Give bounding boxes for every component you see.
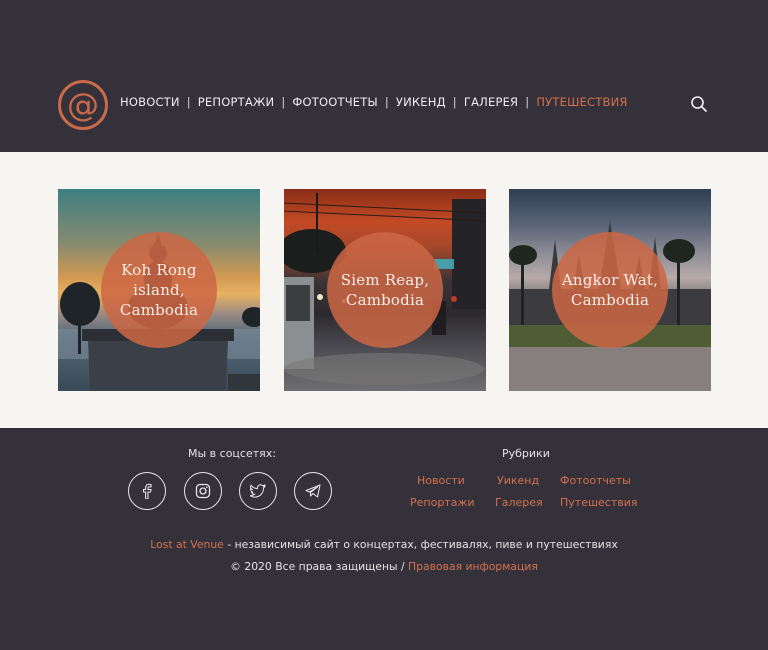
nav-separator: | — [384, 95, 389, 109]
rubric-link-news[interactable]: Новости — [417, 474, 465, 487]
nav-item-weekend[interactable]: УИКЕНД — [396, 95, 446, 109]
card-title: Koh Rong island, Cambodia — [109, 260, 209, 321]
card-title-line1: Angkor Wat, — [561, 270, 659, 289]
card-koh-rong[interactable]: Koh Rong island, Cambodia — [58, 189, 260, 391]
nav-item-news[interactable]: НОВОСТИ — [120, 95, 180, 109]
site-footer: Мы в соцсетях: Рубрики Новости Уикенд Фо… — [0, 428, 768, 650]
card-title-badge: Siem Reap, Cambodia — [327, 232, 443, 348]
nav-separator: | — [281, 95, 286, 109]
nav-separator: | — [525, 95, 530, 109]
social-title: Мы в соцсетях: — [188, 447, 276, 460]
nav-item-reports[interactable]: РЕПОРТАЖИ — [198, 95, 275, 109]
rubric-link-reports[interactable]: Репортажи — [410, 496, 475, 509]
main-nav: НОВОСТИ | РЕПОРТАЖИ | ФОТООТЧЕТЫ | УИКЕН… — [120, 95, 628, 109]
card-title-line2: Cambodia — [570, 291, 650, 309]
facebook-icon — [142, 483, 152, 499]
nav-item-gallery[interactable]: ГАЛЕРЕЯ — [464, 95, 518, 109]
card-title-line2: Cambodia — [345, 291, 425, 309]
site-description: Lost at Venue - независимый сайт о конце… — [0, 538, 768, 551]
rubric-link-photo-reports[interactable]: Фотоотчеты — [560, 474, 631, 487]
card-siem-reap[interactable]: Siem Reap, Cambodia — [284, 189, 486, 391]
twitter-icon — [250, 484, 266, 498]
copyright-line: © 2020 Все права защищены / Правовая инф… — [0, 560, 768, 573]
site-description-text: - независимый сайт о концертах, фестивал… — [223, 538, 618, 551]
instagram-link[interactable] — [184, 472, 222, 510]
card-title: Angkor Wat, Cambodia — [562, 270, 658, 311]
copyright-text: © 2020 Все права защищены / — [230, 560, 409, 573]
facebook-link[interactable] — [128, 472, 166, 510]
nav-separator: | — [452, 95, 457, 109]
card-title-badge: Koh Rong island, Cambodia — [101, 232, 217, 348]
telegram-link[interactable] — [294, 472, 332, 510]
twitter-link[interactable] — [239, 472, 277, 510]
card-title-line2: Cambodia — [119, 301, 199, 320]
legal-info-link[interactable]: Правовая информация — [408, 560, 538, 573]
nav-item-travel[interactable]: ПУТЕШЕСТВИЯ — [536, 95, 627, 109]
card-title-line1: Koh Rong island, — [121, 260, 197, 299]
card-title-badge: Angkor Wat, Cambodia — [552, 232, 668, 348]
site-header: @ НОВОСТИ | РЕПОРТАЖИ | ФОТООТЧЕТЫ | УИК… — [0, 0, 768, 152]
rubric-link-travel[interactable]: Путешествия — [560, 496, 638, 509]
nav-separator: | — [186, 95, 191, 109]
nav-item-photo-reports[interactable]: ФОТООТЧЕТЫ — [292, 95, 377, 109]
rubric-link-gallery[interactable]: Галерея — [495, 496, 543, 509]
telegram-icon — [305, 484, 321, 498]
rubric-link-weekend[interactable]: Уикенд — [497, 474, 539, 487]
site-logo[interactable]: @ — [58, 80, 108, 130]
card-angkor-wat[interactable]: Angkor Wat, Cambodia — [509, 189, 711, 391]
card-title-line1: Siem Reap, — [340, 270, 430, 289]
logo-at-symbol: @ — [67, 86, 99, 124]
card-title: Siem Reap, Cambodia — [341, 270, 429, 311]
travel-cards-section: Koh Rong island, Cambodia Siem Reap, Cam… — [0, 152, 768, 428]
brand-link[interactable]: Lost at Venue — [150, 538, 224, 551]
search-icon[interactable] — [690, 95, 708, 113]
rubrics-title: Рубрики — [502, 447, 550, 460]
instagram-icon — [195, 483, 211, 499]
